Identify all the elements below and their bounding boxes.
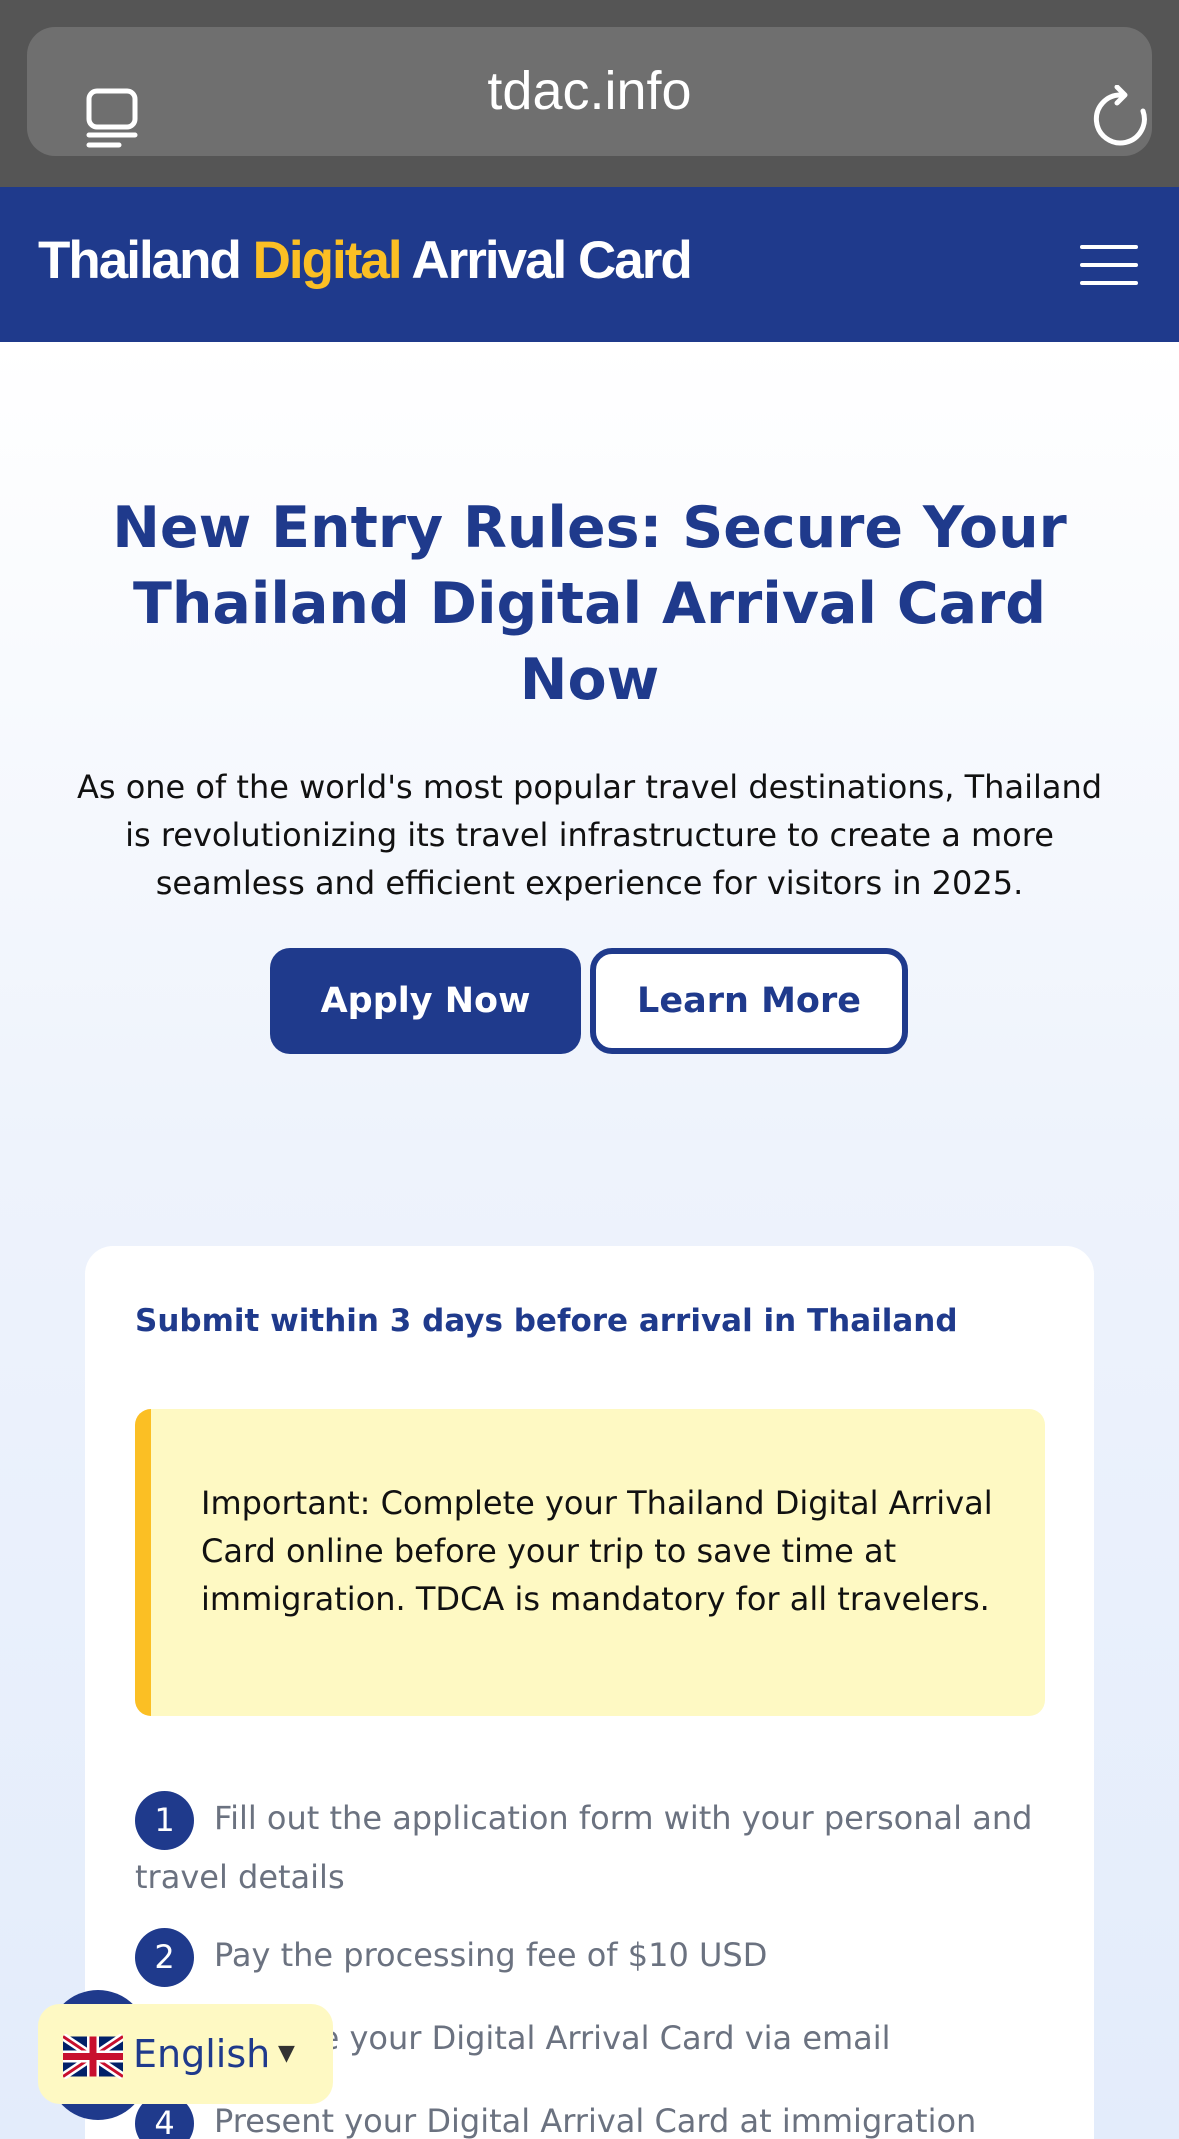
card-subtitle: Submit within 3 days before arrival in T… <box>135 1303 958 1339</box>
apply-now-button[interactable]: Apply Now <box>270 948 581 1054</box>
list-item: 1 Fill out the application form with your… <box>135 1791 1045 1904</box>
language-selector[interactable]: English ▼ <box>38 2004 333 2104</box>
brand-part2: Arrival Card <box>400 231 692 290</box>
hero-title: New Entry Rules: Secure Your Thailand Di… <box>112 495 1067 713</box>
brand-part1: Thailand <box>38 231 253 290</box>
step-text: Fill out the application form with your … <box>135 1799 1033 1896</box>
address-bar[interactable]: tdac.info <box>27 27 1152 156</box>
language-label: English <box>133 2032 271 2076</box>
chevron-down-icon: ▼ <box>278 2041 295 2066</box>
step-number: 1 <box>135 1791 194 1850</box>
reload-icon[interactable] <box>1091 85 1151 151</box>
notice-text: Important: Complete your Thailand Digita… <box>201 1484 993 1618</box>
step-text: Pay the processing fee of $10 USD <box>214 1936 768 1974</box>
url-text[interactable]: tdac.info <box>27 27 1152 156</box>
step-text: Present your Digital Arrival Card at imm… <box>214 2102 977 2139</box>
important-notice: Important: Complete your Thailand Digita… <box>135 1409 1045 1716</box>
menu-icon[interactable] <box>1080 245 1138 285</box>
hero-description: As one of the world's most popular trave… <box>76 768 1103 902</box>
site-header: Thailand Digital Arrival Card <box>0 187 1179 342</box>
uk-flag-icon <box>63 2034 123 2079</box>
brand-accent: Digital <box>252 231 403 290</box>
step-number: 2 <box>135 1928 194 1987</box>
brand-logo[interactable]: Thailand Digital Arrival Card <box>38 187 693 342</box>
list-item: 2 Pay the processing fee of $10 USD <box>135 1928 1045 1987</box>
browser-chrome: tdac.info <box>0 0 1179 187</box>
learn-more-button[interactable]: Learn More <box>590 948 908 1054</box>
